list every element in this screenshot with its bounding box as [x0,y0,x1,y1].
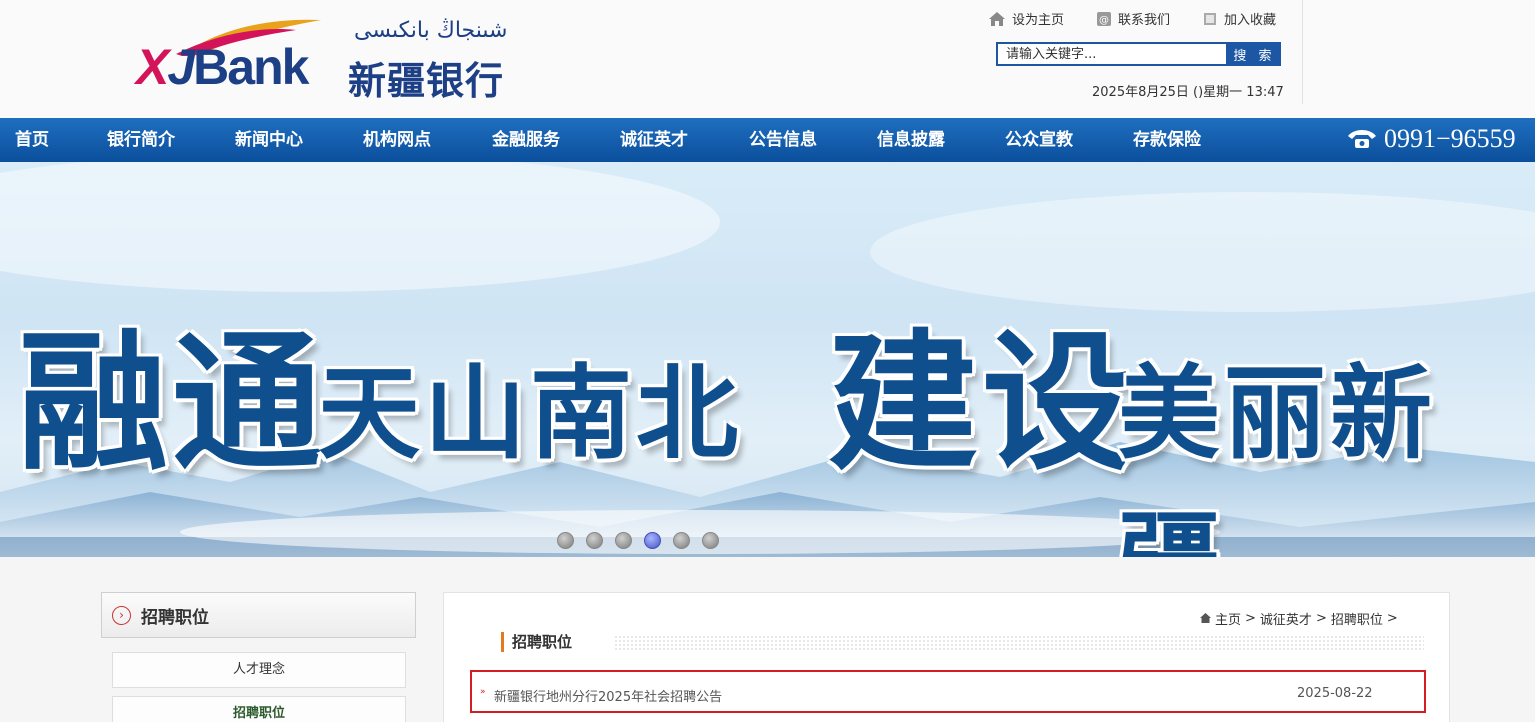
slide-dot[interactable] [673,532,690,549]
breadcrumb-careers[interactable]: 诚征英才 [1260,609,1312,628]
sidebar-title: › 招聘职位 [101,592,416,638]
header-divider [1302,0,1303,104]
slide-indicators [557,532,719,549]
logo-latin: XJBank [136,39,309,95]
hotline: 0991−96559 [1346,124,1516,154]
nav-item-careers[interactable]: 诚征英才 [620,118,688,162]
breadcrumb-jobs[interactable]: 招聘职位 [1331,609,1383,628]
search-bar: 搜 索 [996,42,1281,66]
breadcrumb: 主页 > 诚征英才 > 招聘职位 > [1200,609,1398,628]
nav-item-news[interactable]: 新闻中心 [235,118,303,162]
job-date: 2025-08-22 [1297,686,1373,701]
nav-item-disclosure[interactable]: 信息披露 [877,118,945,162]
nav-item-branches[interactable]: 机构网点 [363,118,431,162]
chevron-right-icon: › [112,605,131,625]
section-title-rule [614,635,1424,651]
site-header: XJBank شىنجاڭ بانكىسى 新疆银行 设为主页 @ 联系我们 加… [0,0,1535,118]
nav-item-public-education[interactable]: 公众宣教 [1005,118,1073,162]
nav-item-about[interactable]: 银行简介 [107,118,175,162]
phone-icon [1348,130,1376,148]
sidebar-item-talent-philosophy[interactable]: 人才理念 [112,652,406,688]
main-nav: 首页 银行简介 新闻中心 机构网点 金融服务 诚征英才 公告信息 信息披露 公众… [0,118,1535,162]
slogan-small-1: 天山南北 [318,355,742,474]
home-icon [989,11,1005,26]
slogan-big-1: 融通 [18,317,327,491]
logo-chinese: 新疆银行 [348,59,505,103]
slide-dot-active[interactable] [644,532,661,549]
job-title-link[interactable]: 新疆银行地州分行2025年社会招聘公告 [494,686,722,705]
logo-uyghur: شىنجاڭ بانكىسى [354,18,508,43]
job-listing-row[interactable]: » 新疆银行地州分行2025年社会招聘公告 2025-08-22 [470,670,1426,713]
nav-item-announcements[interactable]: 公告信息 [749,118,817,162]
bookmark-icon [1204,12,1217,25]
current-datetime: 2025年8月25日 ()星期一 13:47 [1092,85,1284,100]
nav-item-deposit-insurance[interactable]: 存款保险 [1133,118,1201,162]
contact-us-link[interactable]: @ 联系我们 [1096,9,1170,28]
slide-dot[interactable] [615,532,632,549]
search-input[interactable] [996,42,1228,66]
sidebar-item-job-openings[interactable]: 招聘职位 [112,696,406,722]
section-title: 招聘职位 [501,632,671,652]
search-button[interactable]: 搜 索 [1228,42,1281,66]
xjbank-logo[interactable]: XJBank شىنجاڭ بانكىسى 新疆银行 [136,14,536,103]
slide-dot[interactable] [586,532,603,549]
slide-dot[interactable] [557,532,574,549]
arrow-right-icon: » [480,687,486,697]
top-links: 设为主页 @ 联系我们 加入收藏 [988,9,1276,28]
slogan-small-2: 美丽新疆 [1118,355,1436,557]
nav-item-financial-services[interactable]: 金融服务 [492,118,560,162]
nav-item-home[interactable]: 首页 [15,118,49,162]
add-bookmark-link[interactable]: 加入收藏 [1202,9,1276,28]
breadcrumb-home[interactable]: 主页 [1215,609,1241,628]
hero-banner: 融通 天山南北 建设 美丽新疆 [0,162,1535,557]
slogan-big-2: 建设 [828,317,1137,491]
set-homepage-link[interactable]: 设为主页 [988,9,1064,28]
svg-text:@: @ [1099,15,1109,26]
home-icon [1200,613,1211,623]
contact-icon: @ [1097,11,1112,26]
slide-dot[interactable] [702,532,719,549]
